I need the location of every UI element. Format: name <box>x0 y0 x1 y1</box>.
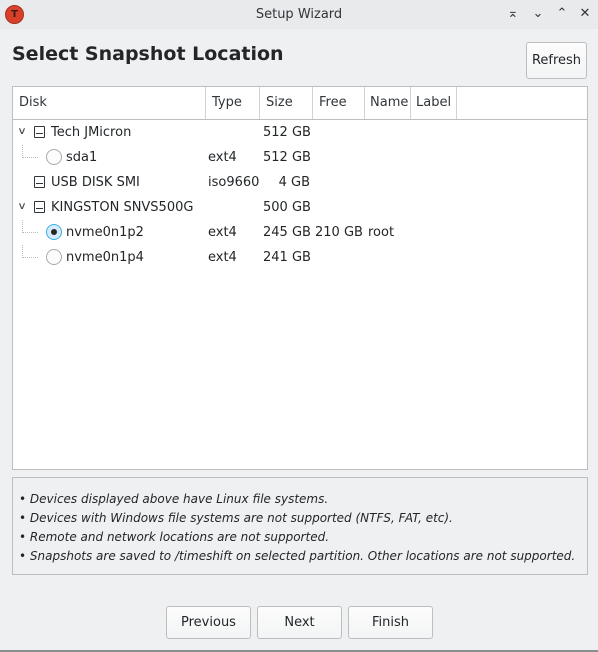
tree-row-disk[interactable]: USB DISK SMI iso9660 4 GB <box>13 170 587 195</box>
name-cell: root <box>368 225 395 240</box>
minimize-icon[interactable]: ⌄ <box>529 5 547 23</box>
type-cell: iso9660 <box>208 175 260 190</box>
column-header-free[interactable]: Free <box>313 87 365 119</box>
free-cell <box>315 195 361 220</box>
drive-icon <box>34 126 45 138</box>
free-cell: 210 GB <box>315 225 363 240</box>
size-cell: 245 GB <box>263 225 311 240</box>
tree-branch-line <box>22 145 38 158</box>
info-note: • Snapshots are saved to /timeshift on s… <box>19 549 576 563</box>
maximize-icon[interactable]: ⌃ <box>553 5 571 23</box>
next-button[interactable]: Next <box>257 606 342 639</box>
tree-row-disk[interactable]: ∨ Tech JMicron 512 GB <box>13 120 587 145</box>
size-cell: 4 GB <box>278 175 310 190</box>
tree-header: Disk Type Size Free Name Label <box>13 87 587 120</box>
disk-name: KINGSTON SNVS500G <box>51 200 194 215</box>
disk-name: USB DISK SMI <box>51 175 140 190</box>
previous-button[interactable]: Previous <box>166 606 251 639</box>
type-cell: ext4 <box>208 250 237 265</box>
drive-icon <box>34 176 45 188</box>
finish-button[interactable]: Finish <box>348 606 433 639</box>
column-header-name[interactable]: Name <box>365 87 411 119</box>
keep-above-icon[interactable]: ⌅ <box>504 5 522 23</box>
partition-radio[interactable] <box>46 249 62 265</box>
chevron-down-icon[interactable]: ∨ <box>14 200 30 214</box>
close-icon[interactable]: ✕ <box>576 5 594 23</box>
device-tree[interactable]: Disk Type Size Free Name Label ∨ Tech JM… <box>12 86 588 470</box>
chevron-down-icon[interactable]: ∨ <box>14 125 30 139</box>
size-cell: 241 GB <box>263 250 311 265</box>
free-cell <box>315 145 361 170</box>
column-header-label[interactable]: Label <box>411 87 457 119</box>
size-cell: 512 GB <box>263 150 311 165</box>
info-note: • Remote and network locations are not s… <box>19 530 330 544</box>
size-cell: 512 GB <box>263 125 311 140</box>
partition-name: sda1 <box>66 150 98 165</box>
disk-name: Tech JMicron <box>51 125 132 140</box>
tree-row-partition[interactable]: sda1 ext4 512 GB <box>13 145 587 170</box>
tree-branch-line <box>22 245 38 258</box>
partition-radio[interactable] <box>46 149 62 165</box>
title-bar: Setup Wizard ⌅ ⌄ ⌃ ✕ <box>0 0 598 29</box>
type-cell: ext4 <box>208 150 237 165</box>
column-header-size[interactable]: Size <box>260 87 313 119</box>
type-cell: ext4 <box>208 225 237 240</box>
free-cell <box>315 170 361 195</box>
tree-row-partition[interactable]: nvme0n1p4 ext4 241 GB <box>13 245 587 270</box>
free-cell <box>315 120 361 145</box>
drive-icon <box>34 201 45 213</box>
free-cell <box>315 245 361 270</box>
refresh-button[interactable]: Refresh <box>526 42 587 79</box>
tree-row-partition[interactable]: nvme0n1p2 ext4 245 GB 210 GB root <box>13 220 587 245</box>
tree-branch-line <box>22 220 38 233</box>
info-notes-box: • Devices displayed above have Linux fil… <box>12 477 588 575</box>
size-cell: 500 GB <box>263 200 311 215</box>
partition-name: nvme0n1p4 <box>66 250 144 265</box>
info-note: • Devices displayed above have Linux fil… <box>19 492 329 506</box>
column-header-disk[interactable]: Disk <box>13 87 206 119</box>
partition-name: nvme0n1p2 <box>66 225 144 240</box>
tree-row-disk[interactable]: ∨ KINGSTON SNVS500G 500 GB <box>13 195 587 220</box>
partition-radio[interactable] <box>46 224 62 240</box>
info-note: • Devices with Windows file systems are … <box>19 511 453 525</box>
column-header-type[interactable]: Type <box>206 87 260 119</box>
page-title: Select Snapshot Location <box>12 43 284 65</box>
